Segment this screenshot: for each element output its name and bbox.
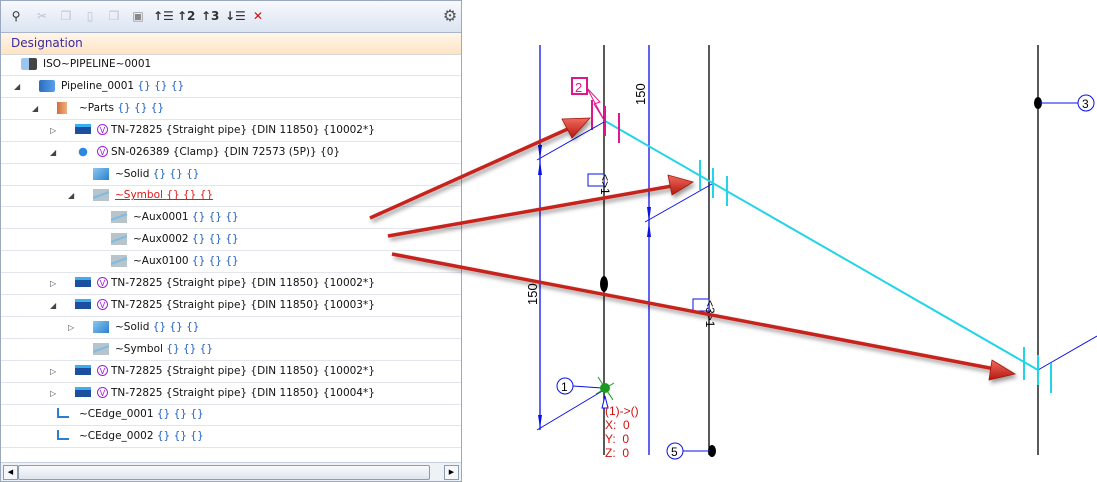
leader-line bbox=[572, 385, 603, 389]
dimension-label-left: 150 bbox=[525, 283, 540, 305]
pipe-end-marker bbox=[600, 276, 608, 292]
node-1-label: 1 bbox=[561, 380, 568, 394]
pipe-line-continuation bbox=[1037, 335, 1097, 371]
tag-1-label: <>1 bbox=[598, 174, 612, 195]
pipe-line bbox=[604, 120, 1039, 371]
dimension-extension bbox=[536, 389, 605, 431]
dimension-label-top: 150 bbox=[633, 83, 648, 105]
annotation-arrow-1 bbox=[369, 117, 591, 220]
annotation-arrows bbox=[369, 117, 1017, 381]
coord-title: (1)->() bbox=[605, 404, 639, 418]
coordinate-readout: (1)->() X: 0 Y: 0 Z: 0 bbox=[605, 404, 639, 460]
node-3-label: 3 bbox=[1082, 97, 1089, 111]
node-2-leader bbox=[586, 87, 605, 121]
coord-y: Y: 0 bbox=[605, 432, 629, 446]
node-2-label: 2 bbox=[575, 80, 582, 95]
node-5-label: 5 bbox=[671, 445, 678, 459]
coord-x: X: 0 bbox=[605, 418, 630, 432]
cad-drawing[interactable]: 150 150 2 <>1 <3>1 3 5 1 (1)->() X: 0 Y:… bbox=[0, 0, 1097, 482]
coord-z: Z: 0 bbox=[605, 446, 629, 460]
